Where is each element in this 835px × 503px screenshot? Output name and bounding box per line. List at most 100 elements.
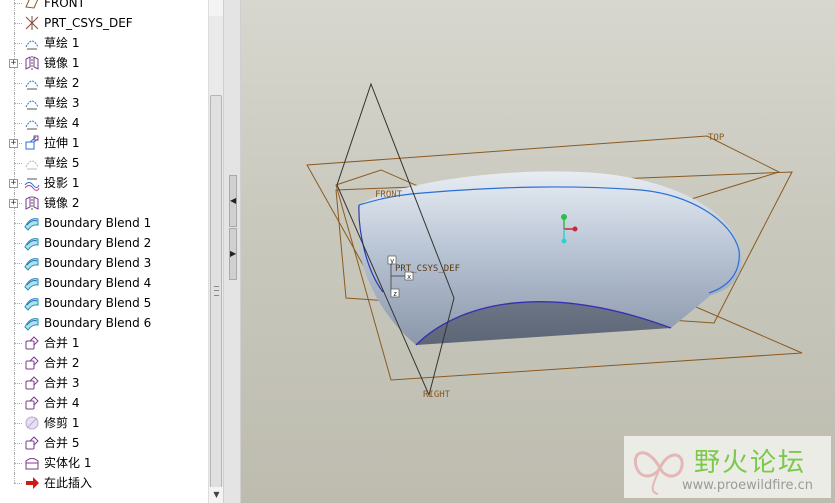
tree-guide-branch <box>14 3 22 4</box>
front-plane-label: FRONT <box>375 190 403 200</box>
tree-item[interactable]: 修剪 1 <box>0 413 208 433</box>
merge-icon <box>24 355 40 371</box>
tree-item-label: 合并 5 <box>44 436 80 450</box>
boundary-blend-icon <box>24 235 40 251</box>
tree-item-label: 实体化 1 <box>44 456 92 470</box>
tree-guide-branch <box>14 463 22 464</box>
expand-toggle-icon[interactable]: + <box>9 199 18 208</box>
tree-item[interactable]: + 拉伸 1 <box>0 133 208 153</box>
tree-guide-branch <box>14 303 22 304</box>
watermark-url: www.proewildfire.cn <box>682 478 813 493</box>
watermark: 野火论坛 www.proewildfire.cn <box>624 436 831 498</box>
merge-icon <box>24 395 40 411</box>
merge-icon <box>24 435 40 451</box>
tree-item[interactable]: 草绘 3 <box>0 93 208 113</box>
tree-item[interactable]: 草绘 1 <box>0 33 208 53</box>
tree-item[interactable]: PRT_CSYS_DEF <box>0 13 208 33</box>
top-plane-label: TOP <box>708 133 725 143</box>
tree-item-label: 投影 1 <box>44 176 80 190</box>
tree-item-label: Boundary Blend 6 <box>44 316 152 330</box>
tree-item-label: 在此插入 <box>44 476 93 490</box>
tree-scrollbar[interactable]: ▼ <box>208 0 224 503</box>
projection-icon <box>24 175 40 191</box>
tree-guide-branch <box>14 363 22 364</box>
sketch-icon <box>24 115 40 131</box>
extrude-icon <box>24 135 40 151</box>
tree-item[interactable]: Boundary Blend 6 <box>0 313 208 333</box>
tree-item[interactable]: 草绘 5 <box>0 153 208 173</box>
tree-guide-branch <box>14 23 22 24</box>
watermark-title: 野火论坛 <box>694 448 807 478</box>
tree-item[interactable]: Boundary Blend 3 <box>0 253 208 273</box>
tree-item-label: Boundary Blend 2 <box>44 236 152 250</box>
tree-guide-branch <box>14 403 22 404</box>
tree-item[interactable]: Boundary Blend 4 <box>0 273 208 293</box>
tree-item[interactable]: 在此插入 <box>0 473 208 493</box>
boundary-blend-icon <box>24 215 40 231</box>
tree-item[interactable]: + 投影 1 <box>0 173 208 193</box>
tree-item[interactable]: 合并 2 <box>0 353 208 373</box>
expand-toggle-icon[interactable]: + <box>9 139 18 148</box>
expand-toggle-icon[interactable]: + <box>9 179 18 188</box>
model-tree-panel: FRONT PRT_CSYS_DEF 草绘 1 + 镜像 1 草绘 2 草绘 3 草绘 4 + 拉… <box>0 0 208 503</box>
tree-item[interactable]: Boundary Blend 5 <box>0 293 208 313</box>
scroll-down-button[interactable]: ▼ <box>209 487 224 503</box>
mirror-icon <box>24 55 40 71</box>
sketch-icon <box>24 35 40 51</box>
tree-item-label: FRONT <box>44 0 85 10</box>
datum-plane-icon <box>24 0 40 11</box>
mirror-icon <box>24 195 40 211</box>
axis-y-label: y <box>390 257 394 265</box>
expand-right-button[interactable]: ▶ <box>229 228 237 280</box>
trim-icon <box>24 415 40 431</box>
scroll-up-button[interactable] <box>209 0 224 16</box>
model-scene: TOP FRONT RIGHT PRT_CSYS_DEF y x z <box>306 82 803 400</box>
tree-guide-branch <box>14 103 22 104</box>
sketch-icon <box>24 75 40 91</box>
tree-item[interactable]: 草绘 4 <box>0 113 208 133</box>
merge-icon <box>24 335 40 351</box>
tree-item-label: 镜像 1 <box>44 56 80 70</box>
tree-item[interactable]: 草绘 2 <box>0 73 208 93</box>
tree-guide-branch <box>14 383 22 384</box>
tree-guide-branch <box>14 43 22 44</box>
model-tree-list: FRONT PRT_CSYS_DEF 草绘 1 + 镜像 1 草绘 2 草绘 3 草绘 4 + 拉… <box>0 0 208 493</box>
tree-guide-branch <box>14 343 22 344</box>
tree-guide-branch <box>14 123 22 124</box>
tree-item[interactable]: Boundary Blend 1 <box>0 213 208 233</box>
tree-guide-branch <box>14 423 22 424</box>
tree-item[interactable]: + 镜像 1 <box>0 53 208 73</box>
csys-icon <box>24 15 40 31</box>
tree-item-label: Boundary Blend 3 <box>44 256 152 270</box>
tree-item-label: 草绘 1 <box>44 36 80 50</box>
panel-splitter[interactable]: ◀ ▶ <box>223 0 241 503</box>
tree-item[interactable]: 合并 3 <box>0 373 208 393</box>
axis-z-label: z <box>393 290 397 298</box>
grip-icon <box>214 286 219 296</box>
tree-item[interactable]: + 镜像 2 <box>0 193 208 213</box>
tree-guide-branch <box>14 283 22 284</box>
tree-guide-line <box>14 473 15 483</box>
tree-item[interactable]: 合并 4 <box>0 393 208 413</box>
tree-guide-branch <box>14 483 22 484</box>
tree-item[interactable]: 合并 1 <box>0 333 208 353</box>
insert-here-icon <box>24 475 40 491</box>
tree-guide-branch <box>14 263 22 264</box>
tree-item-label: 拉伸 1 <box>44 136 80 150</box>
scroll-thumb[interactable] <box>210 95 222 490</box>
boundary-blend-icon <box>24 275 40 291</box>
tree-item-label: 合并 1 <box>44 336 80 350</box>
tree-guide-branch <box>14 243 22 244</box>
tree-item[interactable]: Boundary Blend 2 <box>0 233 208 253</box>
expand-toggle-icon[interactable]: + <box>9 59 18 68</box>
tree-guide-branch <box>14 323 22 324</box>
tree-item[interactable]: FRONT <box>0 0 208 13</box>
tree-guide-branch <box>14 83 22 84</box>
tree-guide-line <box>14 0 15 13</box>
tree-item-label: PRT_CSYS_DEF <box>44 16 133 30</box>
graphics-viewport[interactable]: TOP FRONT RIGHT PRT_CSYS_DEF y x z <box>241 0 835 503</box>
tree-item[interactable]: 实体化 1 <box>0 453 208 473</box>
tree-item[interactable]: 合并 5 <box>0 433 208 453</box>
tree-item-label: Boundary Blend 5 <box>44 296 152 310</box>
collapse-left-button[interactable]: ◀ <box>229 175 237 227</box>
